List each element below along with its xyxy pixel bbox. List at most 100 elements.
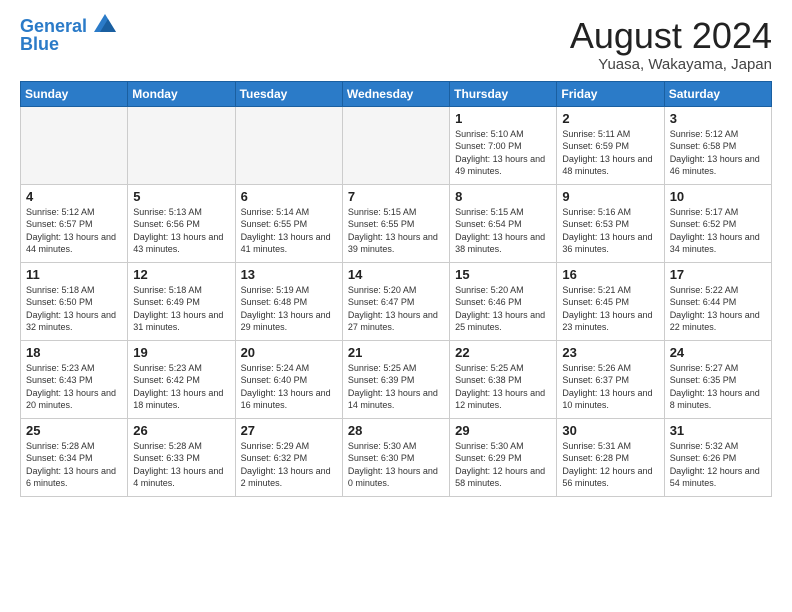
col-sunday: Sunday [21,81,128,106]
day-info: Sunrise: 5:14 AMSunset: 6:55 PMDaylight:… [241,206,337,256]
table-row: 2Sunrise: 5:11 AMSunset: 6:59 PMDaylight… [557,106,664,184]
day-info: Sunrise: 5:27 AMSunset: 6:35 PMDaylight:… [670,362,766,412]
table-row: 1 Sunrise: 5:10 AMSunset: 7:00 PMDaylight… [450,106,557,184]
day-number: 9 [562,189,658,204]
day-number: 12 [133,267,229,282]
calendar-week-2: 4 Sunrise: 5:12 AMSunset: 6:57 PMDaylight… [21,184,772,262]
day-number: 31 [670,423,766,438]
day-info: Sunrise: 5:12 AMSunset: 6:57 PMDaylight:… [26,206,122,256]
calendar-title: August 2024 [570,16,772,56]
table-row: 30Sunrise: 5:31 AMSunset: 6:28 PMDayligh… [557,418,664,496]
logo-text2: Blue [20,35,59,55]
day-number: 17 [670,267,766,282]
table-row: 16 Sunrise: 5:21 AMSunset: 6:45 PMDayligh… [557,262,664,340]
table-row: 27 Sunrise: 5:29 AMSunset: 6:32 PMDayligh… [235,418,342,496]
day-info: Sunrise: 5:29 AMSunset: 6:32 PMDaylight:… [241,440,337,490]
table-row: 26Sunrise: 5:28 AMSunset: 6:33 PMDayligh… [128,418,235,496]
day-info: Sunrise: 5:23 AMSunset: 6:43 PMDaylight:… [26,362,122,412]
day-number: 11 [26,267,122,282]
table-row: 5 Sunrise: 5:13 AMSunset: 6:56 PMDaylight… [128,184,235,262]
table-row: 20Sunrise: 5:24 AMSunset: 6:40 PMDayligh… [235,340,342,418]
day-number: 1 [455,111,551,126]
day-info: Sunrise: 5:15 AMSunset: 6:55 PMDaylight:… [348,206,444,256]
day-info: Sunrise: 5:22 AMSunset: 6:44 PMDaylight:… [670,284,766,334]
day-number: 22 [455,345,551,360]
table-row: 23 Sunrise: 5:26 AMSunset: 6:37 PMDayligh… [557,340,664,418]
table-row: 10 Sunrise: 5:17 AMSunset: 6:52 PMDayligh… [664,184,771,262]
day-number: 21 [348,345,444,360]
table-row: 21 Sunrise: 5:25 AMSunset: 6:39 PMDayligh… [342,340,449,418]
day-info: Sunrise: 5:24 AMSunset: 6:40 PMDaylight:… [241,362,337,412]
day-info: Sunrise: 5:13 AMSunset: 6:56 PMDaylight:… [133,206,229,256]
day-info: Sunrise: 5:26 AMSunset: 6:37 PMDaylight:… [562,362,658,412]
calendar-week-4: 18 Sunrise: 5:23 AMSunset: 6:43 PMDayligh… [21,340,772,418]
day-info: Sunrise: 5:10 AMSunset: 7:00 PMDaylight:… [455,128,551,178]
day-info: Sunrise: 5:20 AMSunset: 6:47 PMDaylight:… [348,284,444,334]
day-number: 10 [670,189,766,204]
table-row: 15 Sunrise: 5:20 AMSunset: 6:46 PMDayligh… [450,262,557,340]
day-number: 15 [455,267,551,282]
col-saturday: Saturday [664,81,771,106]
day-number: 19 [133,345,229,360]
table-row: 4 Sunrise: 5:12 AMSunset: 6:57 PMDaylight… [21,184,128,262]
page: General Blue August 2024 Yuasa, Wakayama… [0,0,792,507]
col-wednesday: Wednesday [342,81,449,106]
table-row [128,106,235,184]
col-thursday: Thursday [450,81,557,106]
table-row: 11 Sunrise: 5:18 AMSunset: 6:50 PMDayligh… [21,262,128,340]
day-number: 29 [455,423,551,438]
calendar-subtitle: Yuasa, Wakayama, Japan [570,56,772,73]
day-info: Sunrise: 5:19 AMSunset: 6:48 PMDaylight:… [241,284,337,334]
table-row: 12 Sunrise: 5:18 AMSunset: 6:49 PMDayligh… [128,262,235,340]
table-row [342,106,449,184]
day-number: 14 [348,267,444,282]
day-info: Sunrise: 5:21 AMSunset: 6:45 PMDaylight:… [562,284,658,334]
day-info: Sunrise: 5:18 AMSunset: 6:50 PMDaylight:… [26,284,122,334]
table-row [21,106,128,184]
header: General Blue August 2024 Yuasa, Wakayama… [20,16,772,73]
day-number: 2 [562,111,658,126]
col-tuesday: Tuesday [235,81,342,106]
day-number: 18 [26,345,122,360]
table-row: 7 Sunrise: 5:15 AMSunset: 6:55 PMDaylight… [342,184,449,262]
day-number: 7 [348,189,444,204]
table-row: 24 Sunrise: 5:27 AMSunset: 6:35 PMDayligh… [664,340,771,418]
day-info: Sunrise: 5:16 AMSunset: 6:53 PMDaylight:… [562,206,658,256]
col-monday: Monday [128,81,235,106]
calendar-week-3: 11 Sunrise: 5:18 AMSunset: 6:50 PMDayligh… [21,262,772,340]
table-row: 31Sunrise: 5:32 AMSunset: 6:26 PMDayligh… [664,418,771,496]
day-number: 5 [133,189,229,204]
calendar-week-1: 1 Sunrise: 5:10 AMSunset: 7:00 PMDaylight… [21,106,772,184]
calendar-table: Sunday Monday Tuesday Wednesday Thursday… [20,81,772,497]
table-row: 17 Sunrise: 5:22 AMSunset: 6:44 PMDayligh… [664,262,771,340]
table-row: 28 Sunrise: 5:30 AMSunset: 6:30 PMDayligh… [342,418,449,496]
table-row: 6 Sunrise: 5:14 AMSunset: 6:55 PMDaylight… [235,184,342,262]
day-number: 27 [241,423,337,438]
day-number: 8 [455,189,551,204]
day-info: Sunrise: 5:12 AMSunset: 6:58 PMDaylight:… [670,128,766,178]
day-number: 3 [670,111,766,126]
table-row: 29 Sunrise: 5:30 AMSunset: 6:29 PMDayligh… [450,418,557,496]
table-row: 18 Sunrise: 5:23 AMSunset: 6:43 PMDayligh… [21,340,128,418]
day-number: 6 [241,189,337,204]
table-row: 13Sunrise: 5:19 AMSunset: 6:48 PMDayligh… [235,262,342,340]
table-row [235,106,342,184]
day-info: Sunrise: 5:17 AMSunset: 6:52 PMDaylight:… [670,206,766,256]
col-friday: Friday [557,81,664,106]
day-number: 24 [670,345,766,360]
calendar-header-row: Sunday Monday Tuesday Wednesday Thursday… [21,81,772,106]
day-number: 16 [562,267,658,282]
day-info: Sunrise: 5:30 AMSunset: 6:29 PMDaylight:… [455,440,551,490]
day-number: 23 [562,345,658,360]
day-info: Sunrise: 5:25 AMSunset: 6:39 PMDaylight:… [348,362,444,412]
table-row: 8 Sunrise: 5:15 AMSunset: 6:54 PMDaylight… [450,184,557,262]
day-info: Sunrise: 5:25 AMSunset: 6:38 PMDaylight:… [455,362,551,412]
day-info: Sunrise: 5:20 AMSunset: 6:46 PMDaylight:… [455,284,551,334]
day-info: Sunrise: 5:18 AMSunset: 6:49 PMDaylight:… [133,284,229,334]
day-number: 26 [133,423,229,438]
day-info: Sunrise: 5:30 AMSunset: 6:30 PMDaylight:… [348,440,444,490]
day-number: 4 [26,189,122,204]
table-row: 14 Sunrise: 5:20 AMSunset: 6:47 PMDayligh… [342,262,449,340]
day-info: Sunrise: 5:15 AMSunset: 6:54 PMDaylight:… [455,206,551,256]
day-number: 28 [348,423,444,438]
